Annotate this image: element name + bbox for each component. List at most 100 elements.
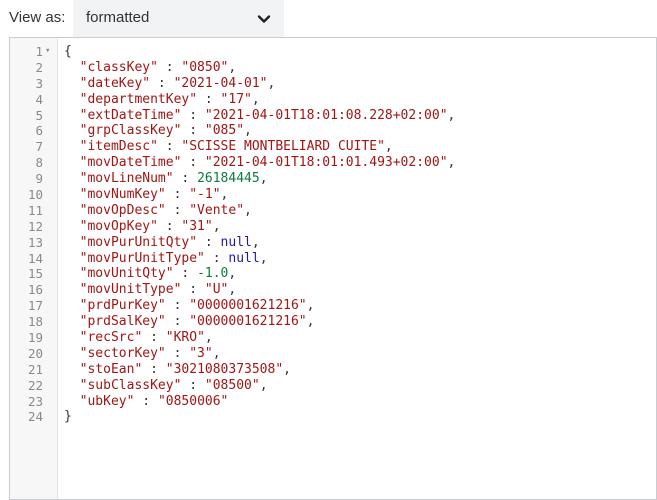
code-token: "subClassKey" <box>64 377 182 393</box>
code-token: , <box>212 218 221 234</box>
code-text: { <box>64 44 72 60</box>
code-token: : <box>197 234 221 250</box>
code-token: , <box>212 345 221 361</box>
line-number: 7 <box>35 139 43 155</box>
code-token: "ubKey" <box>64 393 135 409</box>
code-line: 23 "ubKey" : "0850006" <box>10 394 656 410</box>
code-text: "movPurUnitQty" : null, <box>64 235 260 251</box>
code-token: "08500" <box>204 377 260 393</box>
line-number: 4 <box>35 91 43 107</box>
code-text: "movOpDesc" : "Vente", <box>64 203 252 219</box>
code-text: "ubKey" : "0850006" <box>64 393 229 410</box>
code-text: "prdSalKey" : "0000001621216", <box>64 314 315 330</box>
code-token: : <box>165 202 190 218</box>
code-token: "stoEan" <box>64 361 143 377</box>
code-token: : <box>157 218 182 234</box>
code-token: "sectorKey" <box>64 345 166 361</box>
code-token: } <box>64 409 72 425</box>
code-token: "3" <box>189 345 213 361</box>
code-token: : <box>181 123 205 139</box>
line-number: 16 <box>27 282 43 298</box>
code-token: "0850" <box>181 59 229 75</box>
code-line: 6 "grpClassKey" : "085", <box>10 123 656 139</box>
code-token: "movNumKey" <box>64 187 166 203</box>
code-token: : <box>181 155 205 171</box>
code-token: "Vente" <box>189 202 245 218</box>
code-token: "dateKey" <box>64 75 151 91</box>
code-line: 8 "movDateTime" : "2021-04-01T18:01:01.4… <box>10 155 656 171</box>
line-number: 2 <box>35 59 43 75</box>
code-token: : <box>157 139 182 155</box>
code-token: , <box>204 330 213 346</box>
code-line: 21 "stoEan" : "3021080373508", <box>10 362 656 378</box>
code-token: "2021-04-01T18:01:08.228+02:00" <box>204 107 448 123</box>
code-text: "stoEan" : "3021080373508", <box>64 362 291 378</box>
code-line: 3 "dateKey" : "2021-04-01", <box>10 76 656 92</box>
code-line: 24} <box>10 409 656 425</box>
code-line: 16 "movUnitType" : "U", <box>10 282 656 298</box>
code-line: 4 "departmentKey" : "17", <box>10 92 656 108</box>
line-number: 3 <box>35 75 43 91</box>
code-token: "itemDesc" <box>64 139 158 155</box>
view-as-label: View as: <box>9 9 66 26</box>
code-token: "085" <box>204 123 245 139</box>
code-line: 12 "movOpKey" : "31", <box>10 219 656 235</box>
code-token: "grpClassKey" <box>64 123 182 139</box>
code-line: 7 "itemDesc" : "SCISSE MONTBELIARD CUITE… <box>10 139 656 155</box>
chevron-down-icon <box>257 15 271 23</box>
code-token: , <box>283 361 291 377</box>
code-text: "movDateTime" : "2021-04-01T18:01:01.493… <box>64 155 456 171</box>
code-token: , <box>220 187 229 203</box>
code-token: "SCISSE MONTBELIARD CUITE" <box>181 139 385 155</box>
code-token: "movUnitQty" <box>64 266 174 282</box>
json-editor[interactable]: 1 ▾{2 "classKey" : "0850", 3 "dateKey" : "… <box>9 37 657 500</box>
code-token: : <box>134 393 158 409</box>
code-token: "movOpKey" <box>64 218 158 234</box>
code-token: null <box>220 234 252 250</box>
code-line: 2 "classKey" : "0850", <box>10 60 656 76</box>
fold-arrow-icon[interactable]: ▾ <box>45 44 50 60</box>
line-number: 8 <box>35 155 43 171</box>
code-text: "itemDesc" : "SCISSE MONTBELIARD CUITE", <box>64 139 393 155</box>
code-text: "movOpKey" : "31", <box>64 219 221 235</box>
view-as-selected-value: formatted <box>86 9 150 26</box>
code-token: : <box>165 345 190 361</box>
line-number: 6 <box>35 123 43 139</box>
code-token: : <box>181 107 205 123</box>
code-token: , <box>251 91 260 107</box>
code-text: "movUnitType" : "U", <box>64 282 237 298</box>
code-token: : <box>197 91 221 107</box>
code-token: "17" <box>220 91 252 107</box>
view-as-select[interactable]: formatted <box>73 0 284 37</box>
code-token: , <box>306 298 315 314</box>
code-token: "movOpDesc" <box>64 202 166 218</box>
code-token: : <box>204 250 229 266</box>
code-line: 11 "movOpDesc" : "Vente", <box>10 203 656 219</box>
code-token: , <box>228 282 237 298</box>
line-number: 9 <box>35 171 43 187</box>
code-token: , <box>228 59 237 75</box>
code-token: "0850006" <box>157 393 229 409</box>
code-text: "movPurUnitType" : null, <box>64 251 268 267</box>
code-line: 10 "movNumKey" : "-1", <box>10 187 656 203</box>
code-token: : <box>150 75 174 91</box>
code-lines: 1 ▾{2 "classKey" : "0850", 3 "dateKey" : "… <box>10 44 656 425</box>
code-token: "31" <box>181 218 213 234</box>
code-token: , <box>251 234 260 250</box>
code-line: 19 "recSrc" : "KRO", <box>10 330 656 346</box>
code-token: "2021-04-01T18:01:01.493+02:00" <box>204 155 448 171</box>
code-line: 15 "movUnitQty" : -1.0, <box>10 266 656 282</box>
line-number: 11 <box>27 202 43 218</box>
code-token: "movPurUnitType" <box>64 250 205 266</box>
code-token: 26184445 <box>197 171 260 187</box>
line-number: 18 <box>27 314 43 330</box>
code-text: "sectorKey" : "3", <box>64 346 221 362</box>
toolbar: View as: formatted <box>0 0 657 37</box>
line-number: 22 <box>27 377 43 393</box>
line-number: 17 <box>27 298 43 314</box>
code-token: , <box>228 266 237 282</box>
code-token: , <box>267 75 276 91</box>
code-token: { <box>64 44 72 59</box>
code-line: 20 "sectorKey" : "3", <box>10 346 656 362</box>
code-token: "prdSalKey" <box>64 314 166 330</box>
